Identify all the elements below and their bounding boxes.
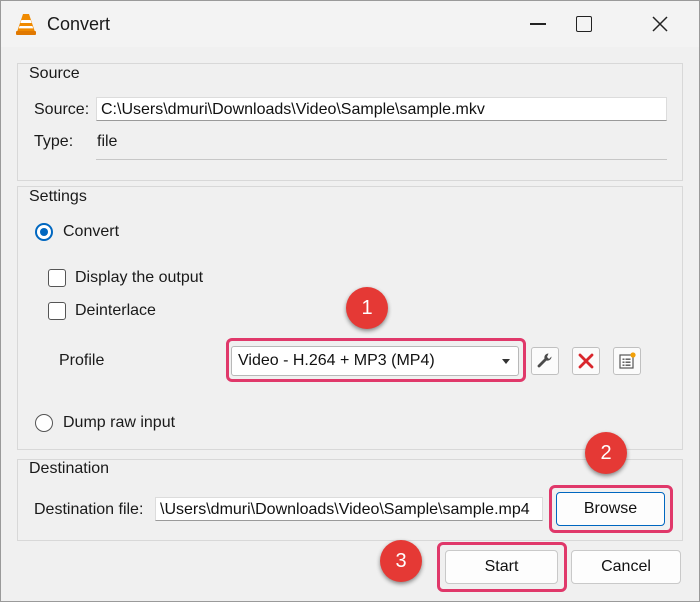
title-bar: Convert [1,1,699,47]
delete-profile-button[interactable] [572,347,600,375]
destination-group-title: Destination [29,460,109,478]
profile-label: Profile [59,352,104,370]
dump-raw-label[interactable]: Dump raw input [63,414,175,432]
display-output-label[interactable]: Display the output [75,269,203,287]
delete-icon [578,353,594,369]
minimize-icon [530,23,546,25]
convert-dialog: Convert Source Source: C:\Users\dmuri\Do… [0,0,700,602]
maximize-button[interactable] [561,1,607,47]
step-2-callout: 2 [585,432,627,474]
wrench-icon [536,352,554,370]
source-group [17,63,683,181]
new-profile-icon [618,352,636,370]
type-label: Type: [34,133,73,151]
convert-radio[interactable] [35,223,53,241]
start-highlight [437,542,567,592]
dump-raw-radio[interactable] [35,414,53,432]
destination-file-field[interactable]: \Users\dmuri\Downloads\Video\Sample\samp… [155,497,543,521]
settings-group-title: Settings [29,188,87,206]
window-title: Convert [47,14,110,35]
deinterlace-label[interactable]: Deinterlace [75,302,156,320]
convert-radio-label[interactable]: Convert [63,223,119,241]
source-label: Source: [34,101,89,119]
source-path-field[interactable]: C:\Users\dmuri\Downloads\Video\Sample\sa… [96,97,667,121]
type-value: file [97,133,117,151]
minimize-button[interactable] [515,1,561,47]
close-button[interactable] [637,1,683,47]
source-divider [96,159,667,160]
edit-profile-button[interactable] [531,347,559,375]
maximize-icon [576,16,592,32]
new-profile-button[interactable] [613,347,641,375]
destination-file-label: Destination file: [34,501,143,519]
close-icon [652,16,668,32]
vlc-cone-icon [15,12,37,36]
cancel-button[interactable]: Cancel [571,550,681,584]
display-output-checkbox[interactable] [48,269,66,287]
step-3-callout: 3 [380,540,422,582]
browse-highlight [549,485,673,533]
profile-highlight [226,338,526,382]
source-group-title: Source [29,65,80,83]
deinterlace-checkbox[interactable] [48,302,66,320]
step-1-callout: 1 [346,287,388,329]
